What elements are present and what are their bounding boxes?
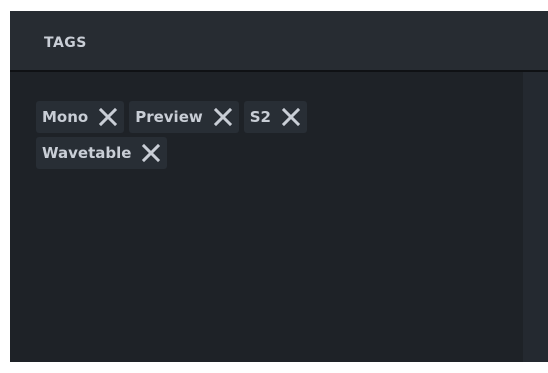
close-icon[interactable] xyxy=(281,107,301,127)
close-icon[interactable] xyxy=(213,107,233,127)
canvas: TAGS Mono Preview S2 Wavetable xyxy=(0,0,548,373)
tag-chip-mono[interactable]: Mono xyxy=(36,101,125,133)
tag-chip-preview[interactable]: Preview xyxy=(129,101,239,133)
tag-row: Mono Preview S2 xyxy=(36,101,506,133)
tag-chip-s2[interactable]: S2 xyxy=(243,101,307,133)
tag-label: Preview xyxy=(135,108,203,126)
tag-label: Wavetable xyxy=(42,144,132,162)
tag-container: Mono Preview S2 Wavetable xyxy=(36,101,506,173)
tag-label: S2 xyxy=(249,108,271,126)
close-icon[interactable] xyxy=(98,107,118,127)
tag-label: Mono xyxy=(42,108,89,126)
tag-chip-wavetable[interactable]: Wavetable xyxy=(36,137,168,169)
panel-title: TAGS xyxy=(44,35,87,51)
close-icon[interactable] xyxy=(141,143,161,163)
panel-header: TAGS xyxy=(10,11,548,72)
tag-row: Wavetable xyxy=(36,137,506,169)
tags-panel: TAGS Mono Preview S2 Wavetable xyxy=(10,11,548,362)
tag-list: Mono Preview S2 Wavetable xyxy=(10,72,523,362)
scrollbar[interactable] xyxy=(523,72,548,362)
